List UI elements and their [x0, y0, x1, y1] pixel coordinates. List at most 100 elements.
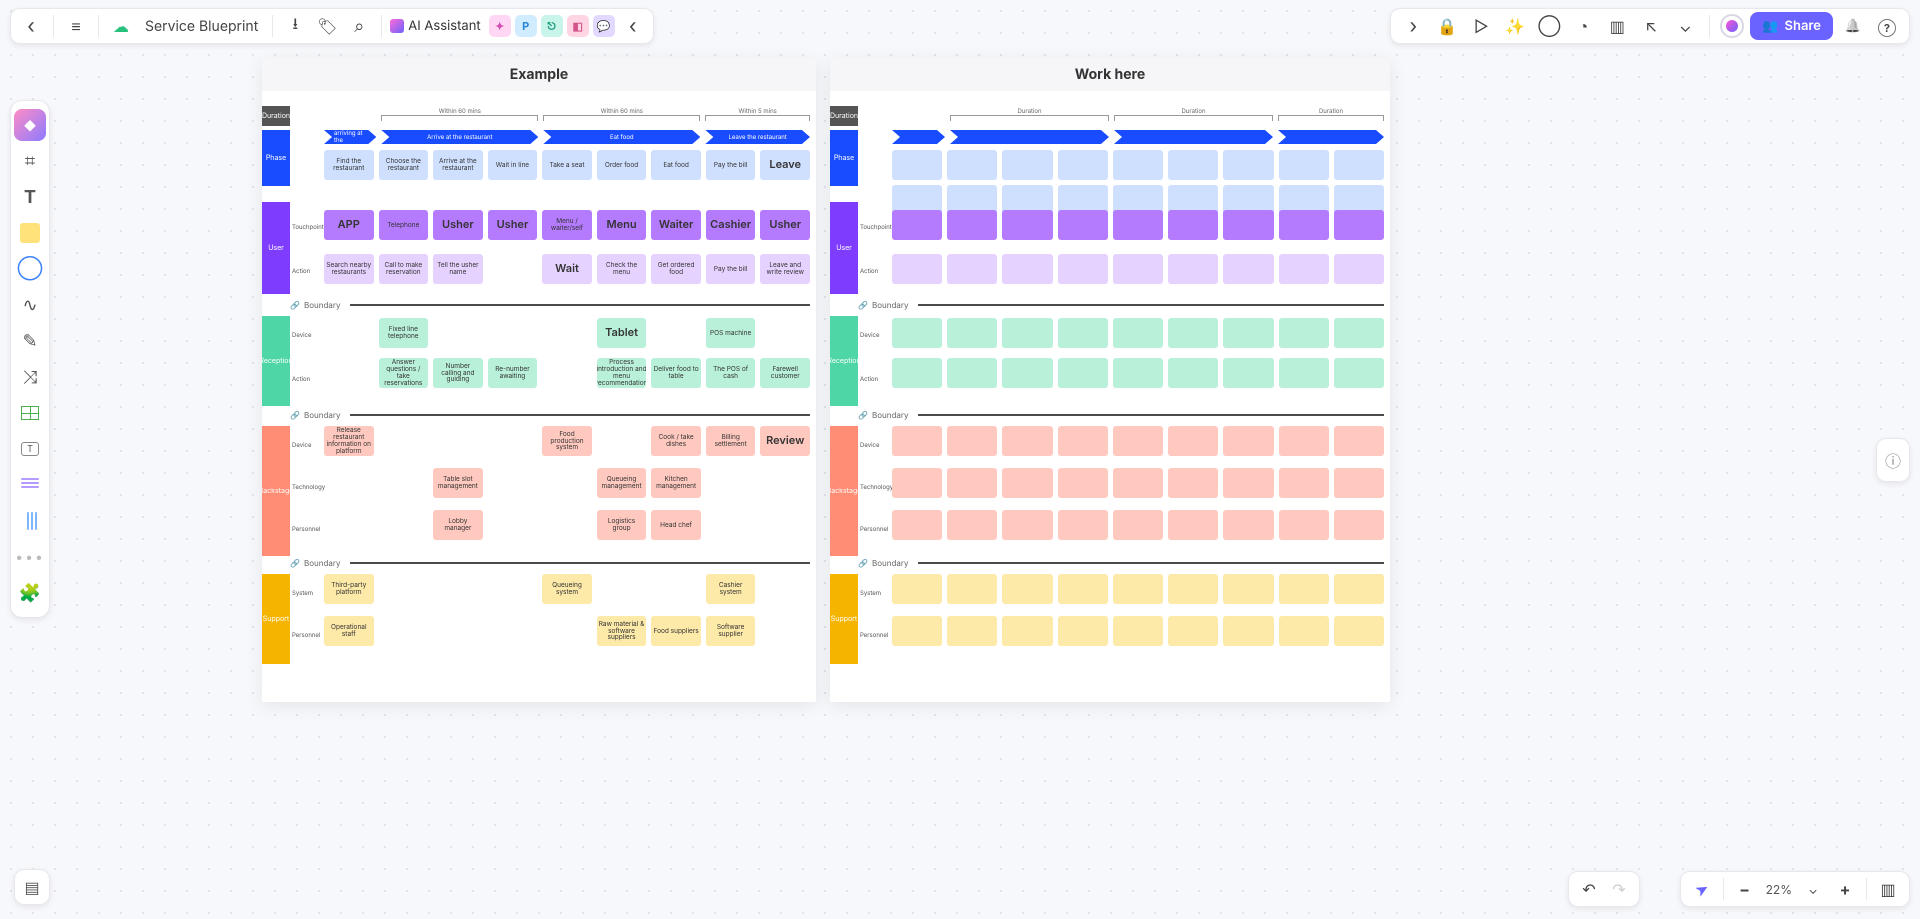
collapse-ai-button[interactable] — [619, 12, 647, 40]
frame-example[interactable]: Example Duration Within 60 mins Within 6… — [262, 58, 816, 702]
cell[interactable] — [1113, 150, 1163, 180]
comment-button[interactable]: ◯ — [1535, 12, 1563, 40]
cell[interactable] — [1223, 616, 1273, 646]
cell[interactable]: Menu — [597, 210, 647, 240]
export-button[interactable] — [281, 12, 309, 40]
cell[interactable] — [892, 254, 942, 284]
cell[interactable] — [1168, 616, 1218, 646]
cell[interactable] — [1334, 318, 1384, 348]
cell[interactable] — [1002, 254, 1052, 284]
zoom-out-button[interactable] — [1730, 875, 1760, 903]
play-button[interactable]: ▷ — [1467, 12, 1495, 40]
cell[interactable]: Eat food — [651, 150, 701, 180]
canvas[interactable]: Example Duration Within 60 mins Within 6… — [0, 0, 1920, 919]
cell[interactable]: Software supplier — [706, 616, 756, 646]
cell[interactable]: Operational staff — [324, 616, 374, 646]
cell[interactable] — [1334, 468, 1384, 498]
phase-arrow[interactable]: Leave the restaurant — [705, 130, 810, 144]
cell[interactable] — [1168, 426, 1218, 456]
back-button[interactable] — [17, 12, 45, 40]
cell[interactable] — [1002, 574, 1052, 604]
tool-chip[interactable]: P — [515, 15, 537, 37]
cell[interactable]: Billing settlement — [706, 426, 756, 456]
frame-work[interactable]: Work here Duration Duration Duration Dur… — [830, 58, 1390, 702]
cell[interactable]: Find the restaurant — [324, 150, 374, 180]
cell[interactable] — [1279, 468, 1329, 498]
cell[interactable] — [947, 358, 997, 388]
cell[interactable]: Queueing system — [542, 574, 592, 604]
cell[interactable] — [947, 510, 997, 540]
cell[interactable]: Table slot management — [433, 468, 483, 498]
cell[interactable] — [892, 510, 942, 540]
phase-arrow[interactable]: Eat food — [543, 130, 700, 144]
table-tool[interactable] — [14, 397, 46, 429]
cell[interactable]: Cashier — [706, 210, 756, 240]
more-tools[interactable]: ••• — [14, 541, 46, 573]
cell[interactable] — [892, 574, 942, 604]
cell[interactable] — [1002, 616, 1052, 646]
cell[interactable] — [1168, 468, 1218, 498]
cell[interactable] — [1279, 318, 1329, 348]
cell[interactable] — [1002, 358, 1052, 388]
cell[interactable]: Pay the bill — [706, 150, 756, 180]
cell[interactable] — [1002, 318, 1052, 348]
cell[interactable]: Usher — [488, 210, 538, 240]
list-tool[interactable] — [14, 469, 46, 501]
expand-button[interactable] — [1399, 12, 1427, 40]
cell[interactable]: Menu / waiter/self — [542, 210, 592, 240]
cell[interactable]: Logistics group — [597, 510, 647, 540]
cell[interactable] — [1168, 574, 1218, 604]
cell[interactable] — [947, 150, 997, 180]
cell[interactable] — [1279, 210, 1329, 240]
cell[interactable] — [947, 616, 997, 646]
cell[interactable] — [1168, 510, 1218, 540]
cell[interactable] — [1334, 426, 1384, 456]
cell[interactable]: Choose the restaurant — [379, 150, 429, 180]
cell[interactable]: Third-party platform — [324, 574, 374, 604]
mindmap-tool[interactable] — [14, 361, 46, 393]
cell[interactable]: Order food — [597, 150, 647, 180]
text-tool[interactable] — [14, 181, 46, 213]
cell[interactable] — [1279, 358, 1329, 388]
notifications-button[interactable] — [1839, 12, 1867, 40]
tool-chip[interactable]: 💬 — [593, 15, 615, 37]
cell[interactable] — [1113, 210, 1163, 240]
cell[interactable]: Leave and write review — [760, 254, 810, 284]
cell[interactable] — [1223, 358, 1273, 388]
select-tool[interactable] — [1687, 875, 1717, 903]
cell[interactable] — [1058, 210, 1108, 240]
cell[interactable]: Review — [760, 426, 810, 456]
pen-tool[interactable] — [14, 325, 46, 357]
cell[interactable] — [1002, 426, 1052, 456]
cell[interactable]: Answer questions / take reservations — [379, 358, 429, 388]
cell[interactable] — [892, 426, 942, 456]
cell[interactable] — [1279, 510, 1329, 540]
help-button[interactable] — [1873, 12, 1901, 40]
cell[interactable]: Process introduction and menu recommenda… — [597, 358, 647, 388]
cell[interactable] — [1168, 254, 1218, 284]
cell[interactable]: Re-number awaiting — [488, 358, 538, 388]
cell[interactable]: POS machine — [706, 318, 756, 348]
cell[interactable]: Pay the bill — [706, 254, 756, 284]
cell[interactable]: Release restaurant information on platfo… — [324, 426, 374, 456]
cell[interactable] — [1223, 254, 1273, 284]
cell[interactable] — [1168, 318, 1218, 348]
cell[interactable]: Lobby manager — [433, 510, 483, 540]
cell[interactable] — [1058, 510, 1108, 540]
pointer-button[interactable]: ↖ — [1637, 12, 1665, 40]
info-panel-toggle[interactable]: ⓘ — [1876, 438, 1910, 482]
lock-button[interactable]: 🔒 — [1433, 12, 1461, 40]
cell[interactable] — [1002, 210, 1052, 240]
cell[interactable] — [1058, 358, 1108, 388]
cell[interactable] — [1334, 358, 1384, 388]
cell[interactable]: Check the menu — [597, 254, 647, 284]
tool-chip[interactable]: ⎋ — [541, 15, 563, 37]
menu-button[interactable] — [62, 12, 90, 40]
grid-tool[interactable] — [14, 505, 46, 537]
phase-arrow[interactable]: Before arriving at the restaurant — [324, 130, 376, 144]
cell[interactable]: The POS of cash — [706, 358, 756, 388]
sticky-note-tool[interactable] — [14, 217, 46, 249]
cell[interactable]: Kitchen management — [651, 468, 701, 498]
cell[interactable] — [1223, 426, 1273, 456]
cell[interactable] — [1334, 210, 1384, 240]
